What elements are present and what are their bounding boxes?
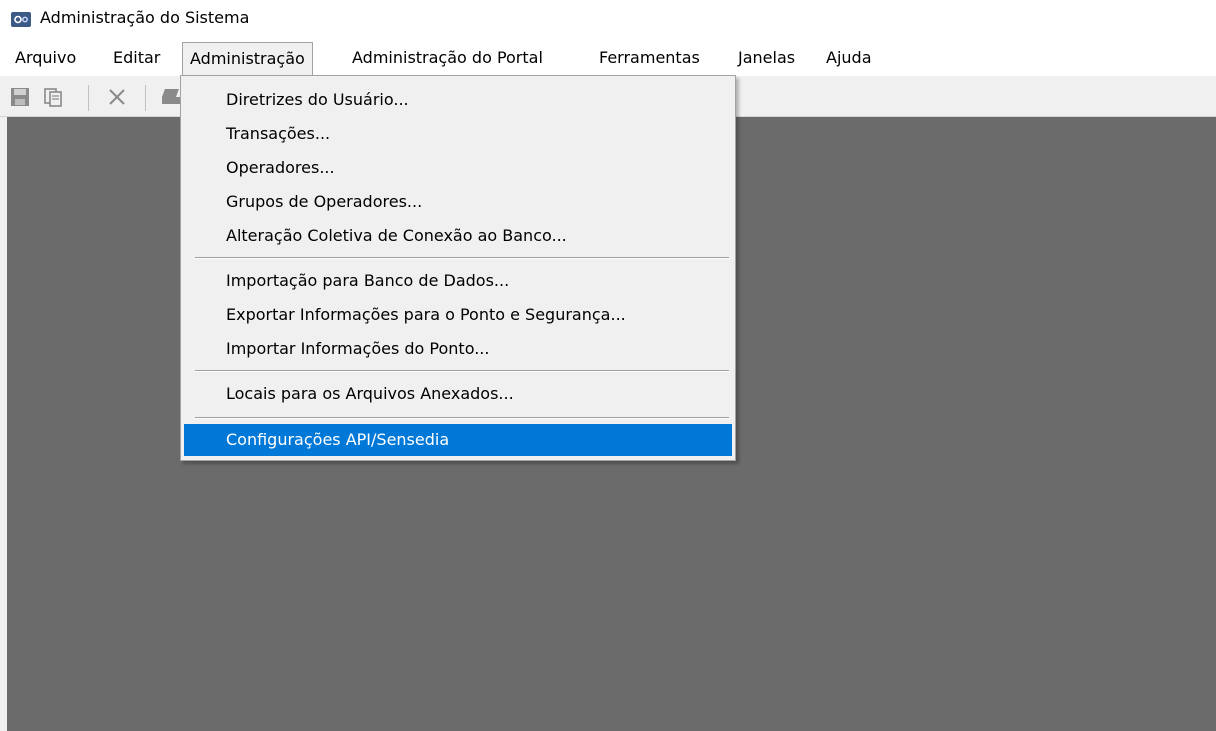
menu-ferramentas[interactable]: Ferramentas [592,42,707,74]
copy-icon[interactable] [42,86,64,108]
menu-ajuda[interactable]: Ajuda [819,42,879,74]
administracao-dropdown-menu: Diretrizes do Usuário... Transações... O… [180,75,736,461]
app-gear-icon [11,12,31,27]
print-icon[interactable] [160,86,182,108]
menu-item-operadores[interactable]: Operadores... [184,152,732,184]
menu-editar[interactable]: Editar [106,42,167,74]
menu-item-exportar-ponto-seguranca[interactable]: Exportar Informações para o Ponto e Segu… [184,299,732,331]
menu-item-importacao-banco[interactable]: Importação para Banco de Dados... [184,265,732,297]
toolbar-separator [145,85,146,111]
title-bar: Administração do Sistema [0,0,1216,38]
menu-separator [195,417,729,419]
menu-item-transacoes[interactable]: Transações... [184,118,732,150]
toolbar-separator [88,85,89,111]
menu-item-configuracoes-api-sensedia[interactable]: Configurações API/Sensedia [184,424,732,456]
menu-janelas[interactable]: Janelas [731,42,802,74]
menu-separator [195,370,729,372]
menu-item-diretrizes-usuario[interactable]: Diretrizes do Usuário... [184,84,732,116]
menu-separator [195,257,729,259]
menu-item-grupos-operadores[interactable]: Grupos de Operadores... [184,186,732,218]
menu-bar: Arquivo Editar Administração Administraç… [0,42,1216,76]
menu-arquivo[interactable]: Arquivo [8,42,83,74]
menu-item-locais-arquivos-anexados[interactable]: Locais para os Arquivos Anexados... [184,378,732,410]
window-title: Administração do Sistema [40,8,250,27]
save-icon[interactable] [9,86,31,108]
delete-icon[interactable] [106,86,128,108]
menu-item-alteracao-coletiva[interactable]: Alteração Coletiva de Conexão ao Banco..… [184,220,732,252]
menu-administracao-portal[interactable]: Administração do Portal [345,42,550,74]
window-border [0,117,7,731]
menu-administracao[interactable]: Administração [182,42,313,76]
menu-item-importar-ponto[interactable]: Importar Informações do Ponto... [184,333,732,365]
